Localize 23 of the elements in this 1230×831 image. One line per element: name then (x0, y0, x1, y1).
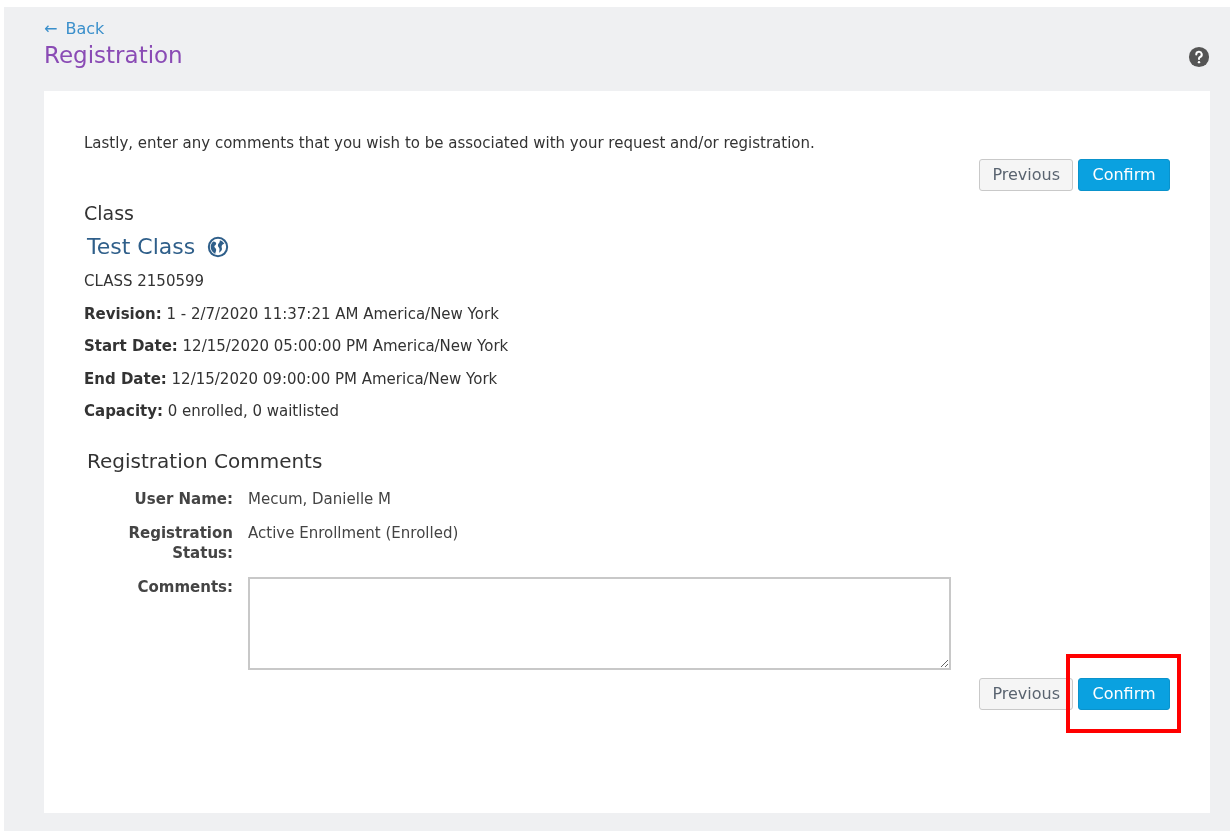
section-heading: Class (84, 201, 134, 225)
section-heading: Registration Comments (87, 448, 324, 475)
help-icon[interactable] (1188, 46, 1210, 68)
field-label: User Name: (133, 489, 233, 509)
class-name: Test Class (87, 233, 196, 261)
class-code: CLASS 2150599 (84, 271, 206, 291)
previous-button[interactable]: Previous (979, 159, 1073, 191)
intro-text: Lastly, enter any comments that you wish to be associated with your request and/or registration. (84, 133, 816, 153)
confirm-button[interactable]: Confirm (1078, 678, 1170, 710)
page-title: Registration (44, 41, 183, 70)
field-label: Registration Status: (127, 523, 233, 563)
field-value: Mecum, Danielle M (248, 489, 392, 509)
globe-icon (207, 236, 230, 258)
class-detail: Revision: 1 - 2/7/2020 11:37:21 AM America/New York (84, 303, 500, 324)
previous-button[interactable]: Previous (979, 678, 1073, 710)
field-label: Comments: (136, 577, 233, 598)
field-value: Active Enrollment (Enrolled) (248, 523, 460, 544)
class-detail: Start Date: 12/15/2020 05:00:00 PM America/New York (84, 336, 510, 356)
class-detail: Capacity: 0 enrolled, 0 waitlisted (84, 401, 341, 421)
back-link[interactable]: ← Back (44, 19, 105, 39)
confirm-button[interactable]: Confirm (1078, 159, 1170, 191)
comments-field[interactable] (248, 577, 951, 670)
class-detail: End Date: 12/15/2020 09:00:00 PM America/New York (84, 368, 499, 389)
